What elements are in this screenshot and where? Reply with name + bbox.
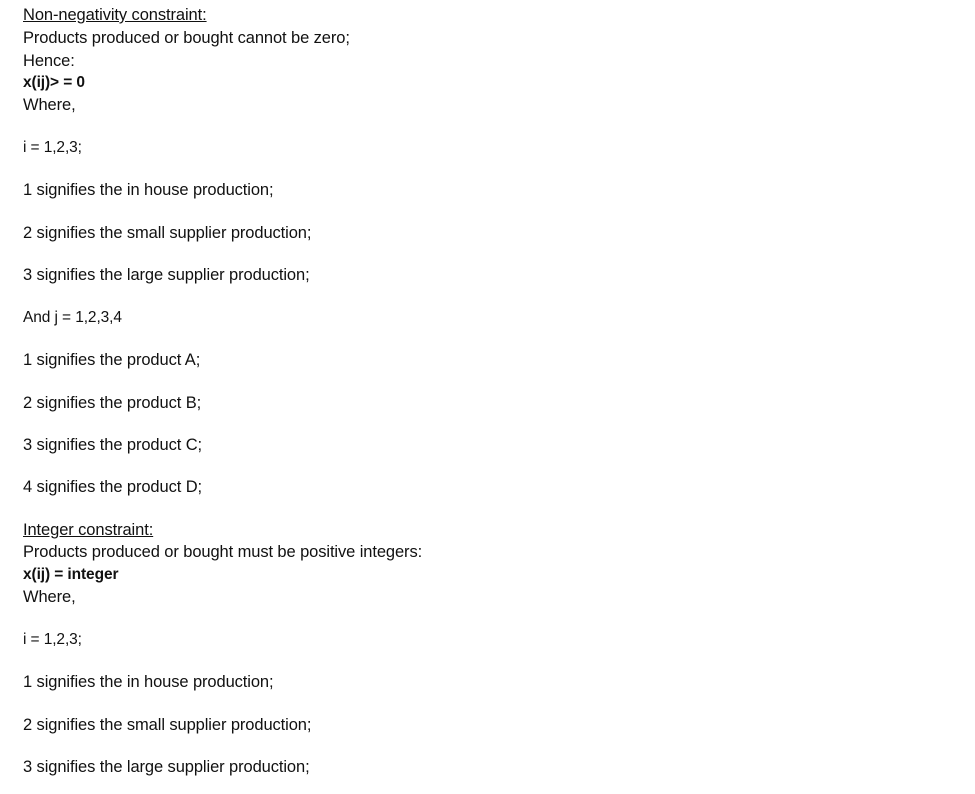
nonneg-j-item-2: 2 signifies the product B; [23, 394, 202, 412]
integer-i-item-3: 3 signifies the large supplier productio… [23, 758, 310, 776]
integer-i-item-1: 1 signifies the in house production; [23, 673, 274, 691]
nonneg-description: Products produced or bought cannot be ze… [23, 29, 350, 47]
integer-formula: x(ij) = integer [23, 566, 119, 583]
nonneg-j-item-4: 4 signifies the product D; [23, 478, 202, 496]
nonneg-i-item-2: 2 signifies the small supplier productio… [23, 224, 312, 242]
nonneg-j-definition: And j = 1,2,3,4 [23, 309, 122, 326]
integer-i-definition: i = 1,2,3; [23, 631, 82, 648]
integer-heading: Integer constraint: [23, 521, 154, 539]
integer-i-item-2: 2 signifies the small supplier productio… [23, 716, 312, 734]
document-page: Non-negativity constraint: Products prod… [23, 0, 953, 794]
nonneg-heading: Non-negativity constraint: [23, 6, 207, 24]
nonneg-j-item-1: 1 signifies the product A; [23, 351, 201, 369]
nonneg-i-item-1: 1 signifies the in house production; [23, 181, 274, 199]
integer-where: Where, [23, 588, 76, 606]
nonneg-j-item-3: 3 signifies the product C; [23, 436, 202, 454]
integer-description: Products produced or bought must be posi… [23, 543, 423, 561]
nonneg-formula: x(ij)> = 0 [23, 74, 85, 91]
nonneg-hence: Hence: [23, 52, 75, 70]
nonneg-i-item-3: 3 signifies the large supplier productio… [23, 266, 310, 284]
nonneg-i-definition: i = 1,2,3; [23, 139, 82, 156]
nonneg-where: Where, [23, 96, 76, 114]
